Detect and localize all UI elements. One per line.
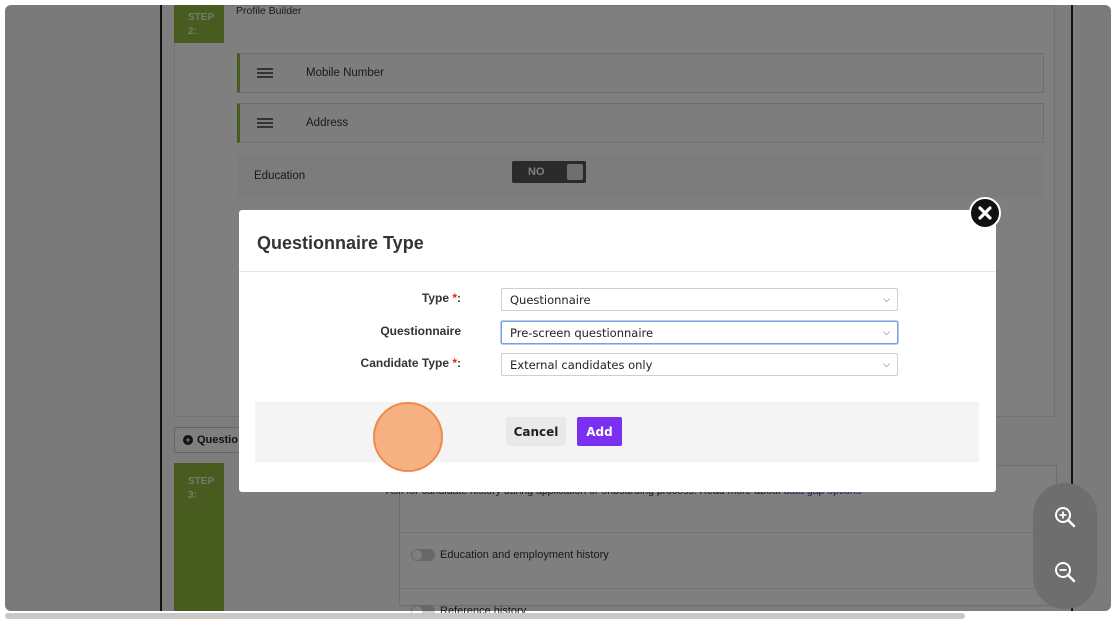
zoom-out-icon [1055,562,1076,583]
questionnaire-label-text: Questionnaire [380,324,461,338]
questionnaire-label: Questionnaire [239,324,461,338]
chevron-down-icon: ⌵ [883,295,890,305]
modal-footer: Cancel Add [255,402,979,462]
zoom-out-button[interactable] [1053,560,1077,584]
questionnaire-select[interactable]: Pre-screen questionnaire ⌵ [501,321,898,344]
candidate-type-select[interactable]: External candidates only ⌵ [501,353,898,376]
cancel-button[interactable]: Cancel [506,417,566,446]
modal-title: Questionnaire Type [257,233,424,253]
close-modal-button[interactable] [969,197,1001,229]
type-label: Type *: [239,291,461,305]
type-label-text: Type [421,291,453,305]
zoom-in-button[interactable] [1053,505,1077,529]
add-button[interactable]: Add [577,417,622,446]
zoom-in-icon [1055,507,1076,528]
click-indicator [373,402,443,472]
chevron-down-icon: ⌵ [883,328,890,338]
questionnaire-select-value: Pre-screen questionnaire [510,325,654,340]
type-select[interactable]: Questionnaire ⌵ [501,288,898,311]
type-select-value: Questionnaire [510,292,591,307]
candidate-type-label-text: Candidate Type [360,356,453,370]
label-colon: : [457,291,461,305]
close-icon [978,206,992,220]
zoom-controls [1033,483,1097,609]
candidate-type-label: Candidate Type *: [239,356,461,370]
horizontal-scrollbar[interactable] [5,613,965,619]
label-colon: : [457,356,461,370]
chevron-down-icon: ⌵ [883,360,890,370]
modal-divider [239,271,996,272]
questionnaire-type-modal: Questionnaire Type Type *: Questionnaire… [239,210,996,492]
candidate-type-select-value: External candidates only [510,357,653,372]
